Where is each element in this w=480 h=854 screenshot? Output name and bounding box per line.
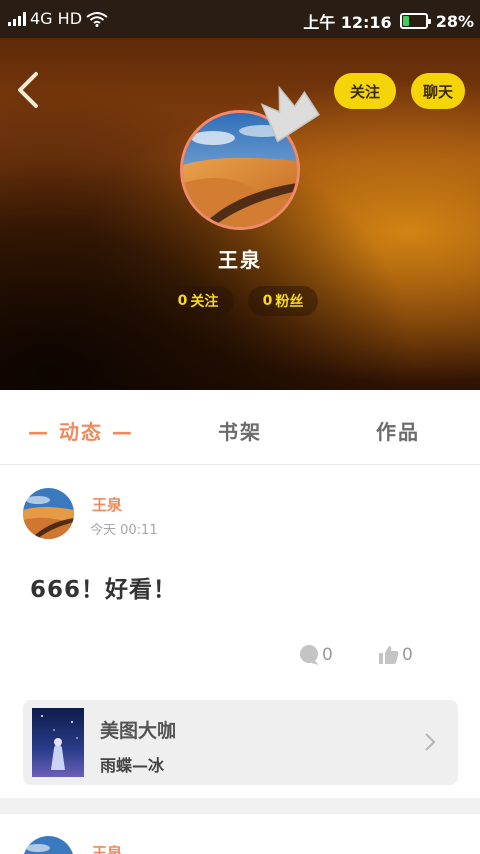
book-title: 美图大咖 — [100, 720, 177, 742]
feed-divider — [0, 798, 480, 814]
battery-percent: 28% — [435, 11, 474, 31]
chevron-left-icon — [18, 72, 38, 108]
chat-button[interactable]: 聊天 — [411, 73, 465, 109]
post-content: 666！好看！ — [30, 577, 178, 603]
crown-icon — [260, 85, 320, 142]
battery-level — [402, 16, 410, 26]
chevron-right-icon — [425, 733, 436, 751]
following-stat[interactable]: 0 关注 — [162, 286, 234, 316]
like-button[interactable]: 0 — [378, 644, 413, 666]
tab-works[interactable]: 作品 — [376, 416, 420, 445]
comment-button[interactable]: 0 — [298, 644, 333, 666]
follow-button[interactable]: 关注 — [334, 73, 396, 109]
following-label: 关注 — [190, 294, 219, 310]
fans-stat[interactable]: 0 粉丝 — [248, 286, 318, 316]
profile-name: 王泉 — [218, 248, 262, 272]
battery-icon — [399, 13, 431, 29]
thumbs-up-icon — [379, 646, 399, 664]
feed-post: 王泉 今天 00:11 666！好看！ 0 0 美图大咖 雨蝶—冰 — [0, 466, 480, 798]
tab-bookshelf[interactable]: 书架 — [218, 416, 262, 445]
comment-count: 0 — [322, 645, 333, 665]
book-cover-image — [32, 708, 84, 777]
network-type: 4G HD — [30, 9, 83, 28]
comment-bubble-icon — [300, 645, 319, 665]
status-time: 上午 12:16 — [303, 13, 392, 32]
fans-count: 0 — [262, 293, 273, 309]
post-author-avatar[interactable] — [23, 488, 74, 539]
like-count: 0 — [402, 645, 413, 665]
post-timestamp: 今天 00:11 — [90, 523, 158, 538]
post-author-avatar[interactable] — [23, 836, 74, 854]
fans-label: 粉丝 — [275, 294, 304, 310]
book-author: 雨蝶—冰 — [100, 756, 165, 775]
post-author-name[interactable]: 王泉 — [92, 494, 122, 515]
feed-post: 王泉 — [0, 814, 480, 854]
back-button[interactable] — [12, 70, 46, 110]
book-card[interactable]: 美图大咖 雨蝶—冰 — [23, 700, 458, 785]
status-bar: 4G HD 上午 12:16 28% — [0, 0, 480, 38]
signal-icon — [8, 11, 26, 26]
post-author-name[interactable]: 王泉 — [92, 842, 122, 854]
tab-dynamic[interactable]: — 动态 — — [28, 416, 134, 445]
following-count: 0 — [177, 293, 188, 309]
profile-tabs: — 动态 — 书架 作品 — [0, 390, 480, 465]
profile-header: 关注 聊天 王泉 0 关注 0 粉丝 — [0, 38, 480, 390]
wifi-icon — [86, 11, 108, 27]
